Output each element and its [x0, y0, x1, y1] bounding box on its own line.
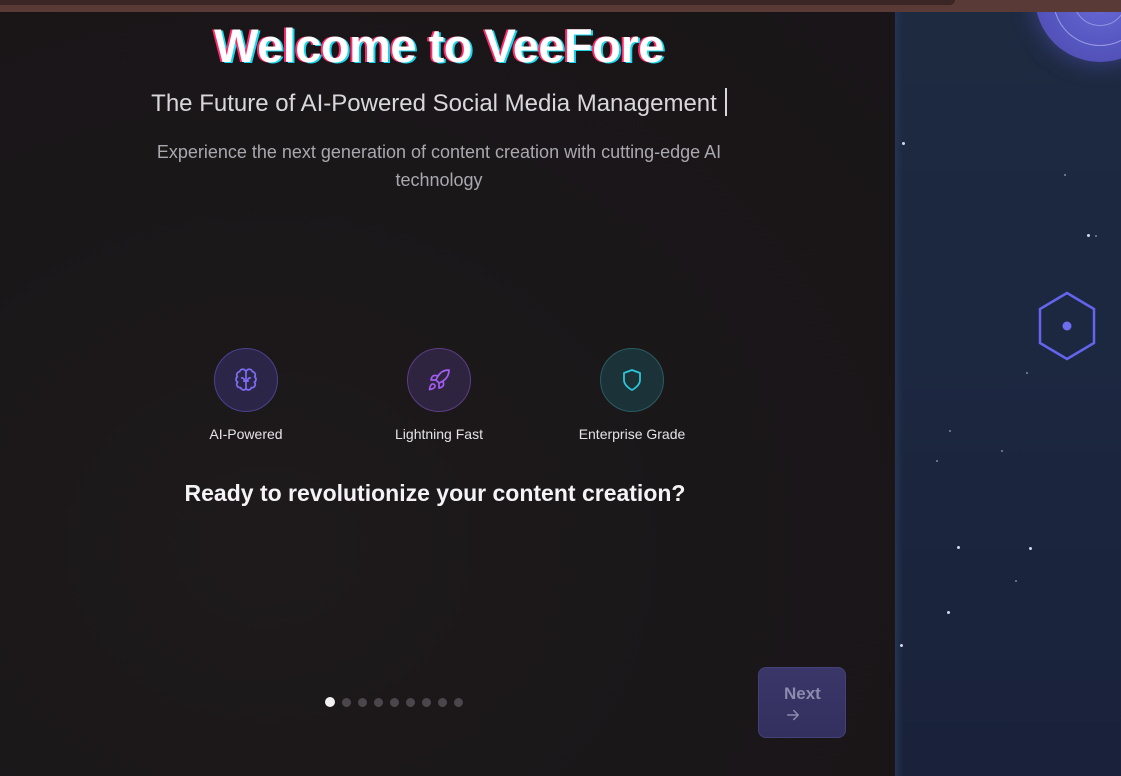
star [1087, 234, 1090, 237]
pagination-dots [325, 697, 463, 707]
decorative-space-panel [895, 12, 1121, 776]
star [957, 546, 960, 549]
pagination-dot-9[interactable] [454, 697, 463, 707]
feature-icon-circle [600, 348, 664, 412]
star [1001, 450, 1003, 452]
browser-top-bar [0, 0, 1121, 12]
feature-label: AI-Powered [209, 426, 283, 442]
feature-icon-circle [407, 348, 471, 412]
feature-enterprise-grade: Enterprise Grade [542, 348, 722, 442]
next-button-label: Next [784, 684, 821, 703]
star [1015, 580, 1017, 582]
feature-icon-circle [214, 348, 278, 412]
next-button[interactable]: Next [758, 667, 846, 738]
pagination-dot-6[interactable] [406, 697, 415, 707]
pagination-dot-2[interactable] [342, 697, 351, 707]
pagination-dot-1[interactable] [325, 697, 335, 707]
pagination-dot-5[interactable] [390, 697, 399, 707]
rocket-icon [428, 369, 450, 391]
star [902, 142, 905, 145]
cta-question: Ready to revolutionize your content crea… [184, 480, 686, 506]
hexagon-icon [1038, 291, 1096, 361]
pagination-dot-7[interactable] [422, 697, 431, 707]
star [947, 611, 950, 614]
star [1029, 547, 1032, 550]
shield-icon [623, 369, 641, 391]
description: Experience the next generation of conten… [156, 142, 722, 190]
feature-label: Enterprise Grade [578, 426, 686, 442]
feature-lightning-fast: Lightning Fast [349, 348, 529, 442]
pagination-dot-3[interactable] [358, 697, 367, 707]
pagination-dot-4[interactable] [374, 697, 383, 707]
browser-top-bar-inner [0, 0, 955, 5]
star [900, 644, 903, 647]
feature-ai-powered: AI-Powered [156, 348, 336, 442]
arrow-right-icon [787, 709, 799, 721]
star [936, 460, 938, 462]
star [1064, 174, 1066, 176]
subtitle-row: The Future of AI-Powered Social Media Ma… [0, 88, 878, 118]
star [949, 430, 951, 432]
feature-label: Lightning Fast [395, 426, 483, 442]
subtitle-text: The Future of AI-Powered Social Media Ma… [151, 90, 717, 117]
star [1095, 235, 1097, 237]
welcome-title: Welcome to VeeFore [214, 19, 664, 72]
typing-cursor [724, 88, 727, 116]
brain-icon [235, 368, 257, 391]
star [1026, 372, 1028, 374]
pagination-dot-8[interactable] [438, 697, 447, 707]
